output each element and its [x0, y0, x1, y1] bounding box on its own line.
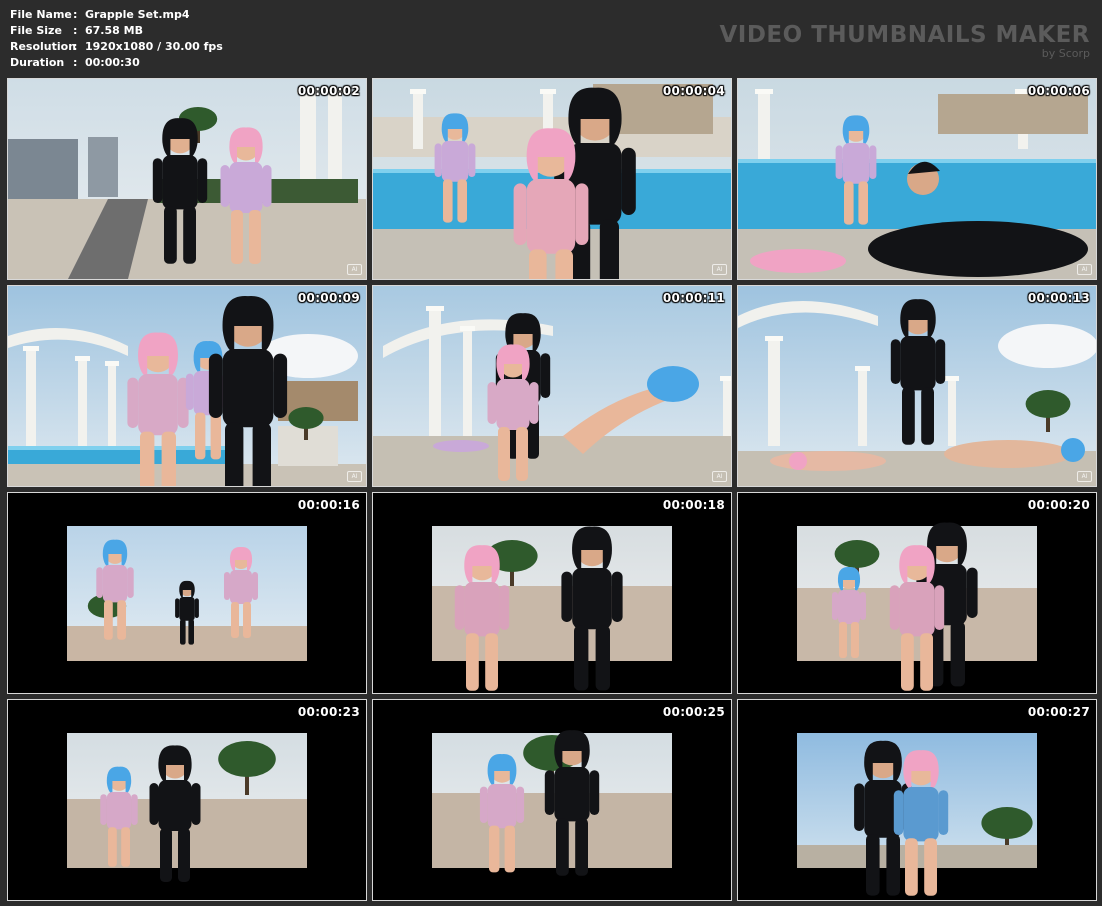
- resolution-value: 1920x1080 / 30.00 fps: [85, 40, 223, 53]
- thumbnail-timestamp: 00:00:25: [662, 705, 725, 719]
- file-info-block: File Name : Grapple Set.mp4 File Size : …: [10, 7, 223, 71]
- thumbnail-image: [373, 700, 731, 900]
- thumbnail-frame[interactable]: 00:00:09 AI: [7, 285, 367, 487]
- thumbnail-frame[interactable]: 00:00:06 AI: [737, 78, 1097, 280]
- file-info-separator: :: [73, 24, 78, 37]
- ai-badge-icon: AI: [347, 471, 362, 482]
- file-info-separator: :: [73, 8, 78, 21]
- thumbnail-image: [373, 286, 731, 486]
- thumbnail-frame[interactable]: 00:00:04 AI: [372, 78, 732, 280]
- thumbnail-image: [8, 286, 366, 486]
- thumbnail-frame[interactable]: 00:00:13 AI: [737, 285, 1097, 487]
- thumbnail-frame[interactable]: 00:00:16: [7, 492, 367, 694]
- file-info-separator: :: [73, 40, 78, 53]
- thumbnail-image: [373, 79, 731, 279]
- thumbnail-timestamp: 00:00:09: [297, 291, 360, 305]
- ai-badge-icon: AI: [712, 264, 727, 275]
- thumbnail-frame[interactable]: 00:00:11 AI: [372, 285, 732, 487]
- thumbnail-frame[interactable]: 00:00:20: [737, 492, 1097, 694]
- thumbnail-image: [738, 493, 1096, 693]
- thumbnail-image: [8, 79, 366, 279]
- thumbnail-image: [8, 700, 366, 900]
- thumbnail-timestamp: 00:00:06: [1027, 84, 1090, 98]
- thumbnail-timestamp: 00:00:13: [1027, 291, 1090, 305]
- thumbnail-frame[interactable]: 00:00:23: [7, 699, 367, 901]
- thumbnail-timestamp: 00:00:23: [297, 705, 360, 719]
- thumbnail-timestamp: 00:00:02: [297, 84, 360, 98]
- file-name-label: File Name: [10, 8, 72, 21]
- info-header: File Name : Grapple Set.mp4 File Size : …: [0, 0, 1102, 76]
- file-size-value: 67.58 MB: [85, 24, 143, 37]
- thumbnail-frame[interactable]: 00:00:27: [737, 699, 1097, 901]
- thumbnail-image: [8, 493, 366, 693]
- thumbnail-timestamp: 00:00:20: [1027, 498, 1090, 512]
- thumbnail-timestamp: 00:00:16: [297, 498, 360, 512]
- ai-badge-icon: AI: [712, 471, 727, 482]
- thumbnail-frame[interactable]: 00:00:25: [372, 699, 732, 901]
- resolution-label: Resolution: [10, 40, 77, 53]
- thumbnail-image: [738, 286, 1096, 486]
- thumbnail-image: [738, 79, 1096, 279]
- thumbnail-image: [738, 700, 1096, 900]
- file-size-label: File Size: [10, 24, 62, 37]
- thumbnail-timestamp: 00:00:27: [1027, 705, 1090, 719]
- file-info-row: Duration : 00:00:30: [10, 55, 223, 71]
- thumbnail-frame[interactable]: 00:00:02 AI: [7, 78, 367, 280]
- thumbnail-frame[interactable]: 00:00:18: [372, 492, 732, 694]
- ai-badge-icon: AI: [1077, 471, 1092, 482]
- file-info-row: File Name : Grapple Set.mp4: [10, 7, 223, 23]
- brand-subtitle: by Scorp: [1041, 47, 1090, 60]
- file-name-value: Grapple Set.mp4: [85, 8, 190, 21]
- file-info-separator: :: [73, 56, 78, 69]
- thumbnail-image: [373, 493, 731, 693]
- ai-badge-icon: AI: [1077, 264, 1092, 275]
- thumbnail-timestamp: 00:00:18: [662, 498, 725, 512]
- duration-label: Duration: [10, 56, 65, 69]
- duration-value: 00:00:30: [85, 56, 140, 69]
- thumbnail-timestamp: 00:00:11: [662, 291, 725, 305]
- thumbnail-timestamp: 00:00:04: [662, 84, 725, 98]
- file-info-row: File Size : 67.58 MB: [10, 23, 223, 39]
- brand-title: VIDEO THUMBNAILS MAKER: [719, 22, 1090, 48]
- file-info-row: Resolution : 1920x1080 / 30.00 fps: [10, 39, 223, 55]
- ai-badge-icon: AI: [347, 264, 362, 275]
- brand-watermark: VIDEO THUMBNAILS MAKER by Scorp: [719, 22, 1090, 60]
